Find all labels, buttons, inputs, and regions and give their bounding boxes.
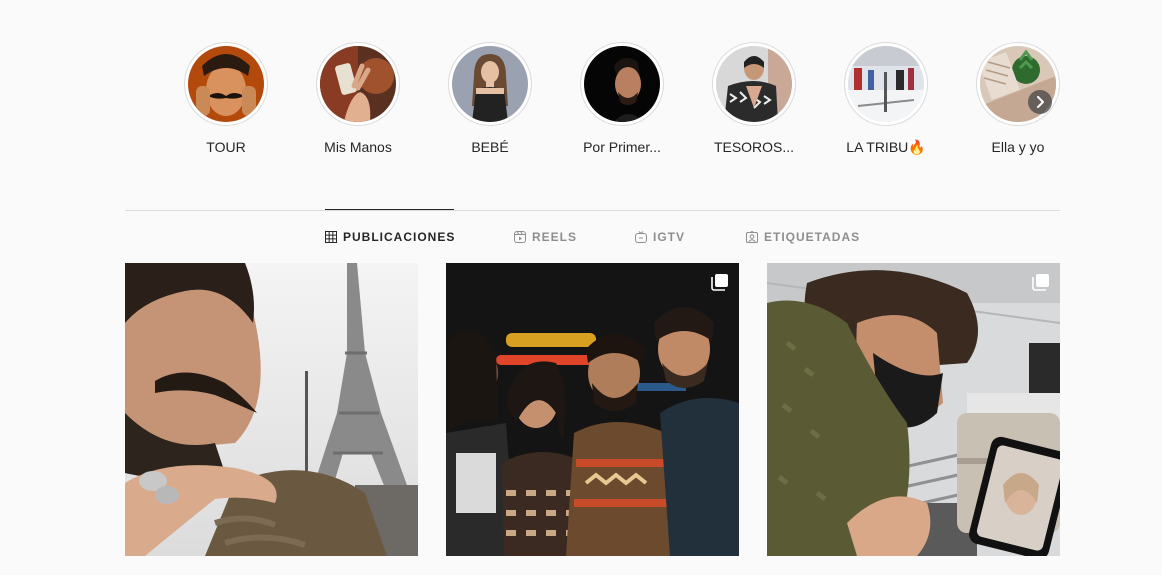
post-photo-eiffel-selfie (125, 263, 418, 556)
highlight-label: Mis Manos (324, 139, 392, 155)
tab-publicaciones[interactable]: PUBLICACIONES (325, 226, 455, 248)
tab-label: PUBLICACIONES (343, 230, 456, 244)
tab-etiquetadas[interactable]: ETIQUETADAS (746, 226, 860, 248)
tagged-icon (746, 231, 758, 243)
highlight-ring (844, 42, 928, 126)
post-tile-1[interactable] (125, 263, 418, 556)
post-photo-group-night (446, 263, 739, 556)
grid-icon (325, 231, 337, 243)
highlight-label: Ella y yo (991, 139, 1045, 155)
highlight-label: LA TRIBU🔥 (846, 139, 926, 155)
highlight-label: TOUR (206, 139, 246, 155)
highlight-tesoros[interactable]: TESOROS... (688, 42, 820, 156)
highlight-ring (184, 42, 268, 126)
highlight-por-primera[interactable]: Por Primer... (556, 42, 688, 156)
highlight-label: BEBÉ (471, 139, 509, 155)
chevron-right-icon (1037, 96, 1044, 108)
highlight-ring (976, 42, 1060, 126)
highlight-cover-mis-manos (320, 46, 396, 122)
tab-label: ETIQUETADAS (764, 230, 861, 244)
reels-icon (514, 231, 526, 243)
tab-label: REELS (532, 230, 578, 244)
highlight-tour[interactable]: TOUR (160, 42, 292, 156)
post-tile-2[interactable] (446, 263, 739, 556)
post-photo-airport-phone (767, 263, 1060, 556)
highlight-ring (316, 42, 400, 126)
story-highlights-row: TOUR Mis Manos BEBÉ Por Primer... TESORO… (160, 42, 1084, 156)
tab-reels[interactable]: REELS (514, 226, 577, 248)
multiple-photos-icon (1032, 274, 1049, 291)
igtv-icon (635, 231, 647, 243)
highlight-bebe[interactable]: BEBÉ (424, 42, 556, 156)
highlight-cover-tesoros (716, 46, 792, 122)
highlight-ella-y-yo[interactable]: Ella y yo (952, 42, 1084, 156)
highlight-cover-tour (188, 46, 264, 122)
highlight-ring (580, 42, 664, 126)
highlight-mis-manos[interactable]: Mis Manos (292, 42, 424, 156)
highlight-ring (712, 42, 796, 126)
tab-igtv[interactable]: IGTV (635, 226, 685, 248)
highlight-la-tribu[interactable]: LA TRIBU🔥 (820, 42, 952, 156)
highlight-cover-la-tribu (848, 46, 924, 122)
tab-label: IGTV (653, 230, 686, 244)
active-tab-indicator (325, 209, 454, 210)
highlight-cover-bebe (452, 46, 528, 122)
multiple-photos-icon (711, 274, 728, 291)
post-tile-3[interactable] (767, 263, 1060, 556)
highlights-next-button[interactable] (1028, 90, 1052, 114)
highlight-ring (448, 42, 532, 126)
highlight-label: Por Primer... (583, 139, 661, 155)
highlight-cover-por-primera (584, 46, 660, 122)
profile-tabs: PUBLICACIONES REELS IGTV ETIQUETADAS (0, 226, 1162, 248)
profile-page: TOUR Mis Manos BEBÉ Por Primer... TESORO… (0, 0, 1162, 575)
tabs-divider (125, 210, 1060, 211)
highlight-label: TESOROS... (713, 139, 795, 155)
